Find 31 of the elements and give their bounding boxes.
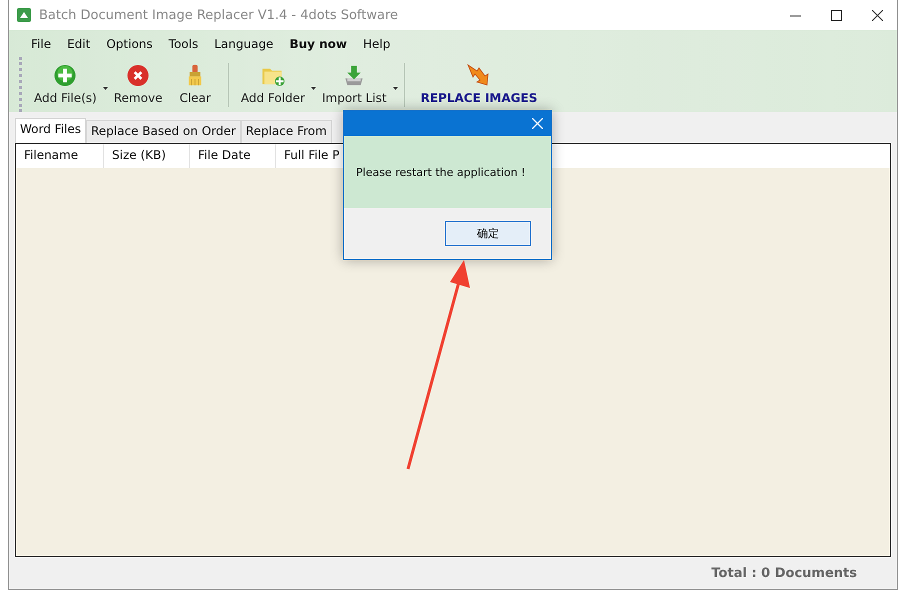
tab[interactable]: Word Files <box>15 118 86 143</box>
menu-item[interactable]: Tools <box>160 36 206 50</box>
cross-icon <box>126 64 150 87</box>
dropdown-caret-icon[interactable] <box>310 86 316 90</box>
column-header[interactable]: File Date <box>190 144 276 168</box>
toolbar-button[interactable]: Add Folder <box>234 60 311 110</box>
close-icon[interactable] <box>872 10 883 20</box>
toolbar-button[interactable]: Add File(s) <box>28 60 103 110</box>
status-total: Total : 0 Documents <box>711 566 857 580</box>
app-icon <box>17 8 31 22</box>
toolbar-button[interactable]: Remove <box>108 60 168 110</box>
toolbar-button[interactable]: Clear <box>173 60 217 110</box>
tab[interactable]: Replace Based on Order <box>86 120 241 143</box>
column-header[interactable]: Filename <box>16 144 104 168</box>
replace-images-button[interactable]: REPLACE IMAGES <box>410 60 548 110</box>
menu-item[interactable]: File <box>23 36 60 50</box>
maximize-icon[interactable] <box>831 10 842 20</box>
dialog-message: Please restart the application ! <box>356 166 526 178</box>
plus-icon <box>53 64 78 87</box>
ok-button[interactable]: 确定 <box>445 221 531 246</box>
tab[interactable]: Replace From <box>240 120 332 143</box>
dropdown-caret-icon[interactable] <box>392 86 398 90</box>
menu-item[interactable]: Help <box>355 36 398 50</box>
menu-item[interactable]: Buy now <box>281 36 356 50</box>
window-title: Batch Document Image Replacer V1.4 - 4dots Software <box>39 8 400 22</box>
column-header[interactable]: Size (KB) <box>104 144 190 168</box>
menu-item[interactable]: Options <box>98 36 161 50</box>
menu-item[interactable]: Language <box>206 36 282 50</box>
toolbar-button[interactable]: Import List <box>316 60 393 110</box>
menu-item[interactable]: Edit <box>59 36 98 50</box>
dropdown-caret-icon[interactable] <box>102 86 108 90</box>
